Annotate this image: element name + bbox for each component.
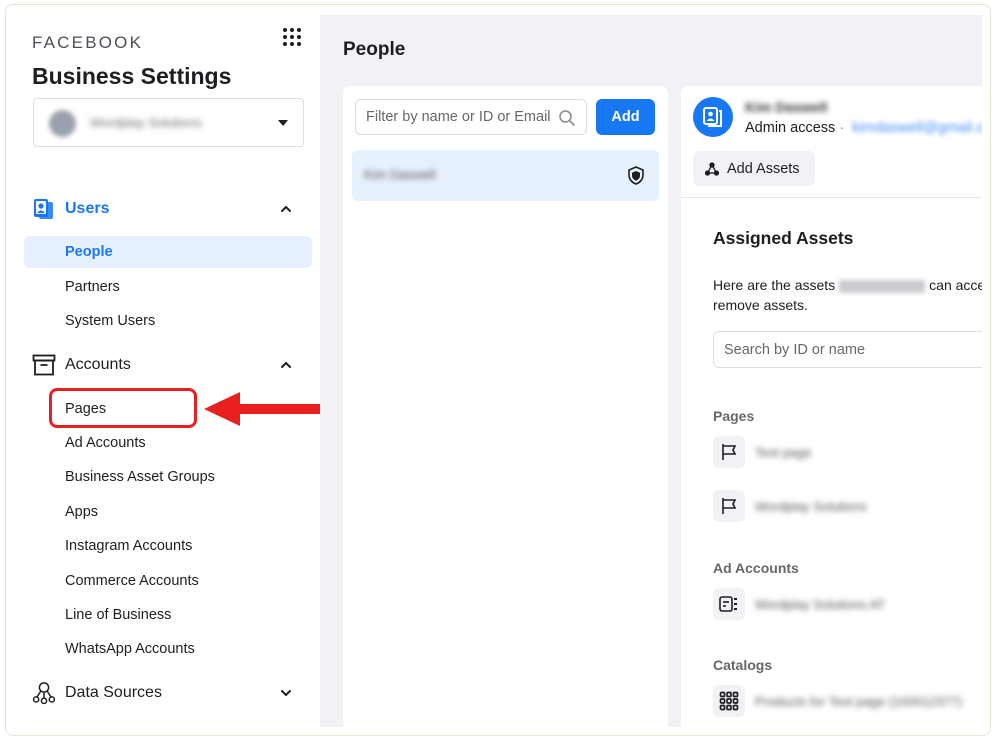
- add-person-button[interactable]: Add: [596, 99, 655, 135]
- page-title: People: [343, 39, 406, 60]
- access-level: Admin access: [745, 120, 836, 136]
- sidebar-section-accounts[interactable]: Accounts: [32, 350, 312, 380]
- person-list-item[interactable]: Kim Daswell: [352, 150, 659, 201]
- users-icon: [32, 197, 56, 221]
- asset-group-label-catalogs: Catalogs: [713, 657, 773, 673]
- catalog-grid-icon: [713, 685, 745, 717]
- chevron-up-icon[interactable]: [279, 358, 293, 372]
- sidebar-item-whatsapp-accounts[interactable]: WhatsApp Accounts: [24, 633, 312, 665]
- sidebar-item-instagram-accounts[interactable]: Instagram Accounts: [24, 530, 312, 562]
- person-name: Kim Daswell: [364, 167, 436, 182]
- sidebar-item-line-of-business[interactable]: Line of Business: [24, 599, 312, 631]
- person-detail-panel: Kim Daswell Admin access · kimdaswell@gm…: [681, 86, 982, 727]
- asset-group-label-pages: Pages: [713, 408, 755, 424]
- sidebar-item-people[interactable]: People: [24, 236, 312, 268]
- desc-user-name: [839, 279, 926, 293]
- asset-row[interactable]: Wordplay Solutions: [713, 489, 982, 523]
- business-selector[interactable]: Wordplay Solutions: [33, 98, 304, 147]
- assigned-assets-description: Here are the assets can acce remove asset…: [713, 275, 982, 315]
- admin-shield-icon: [628, 166, 644, 185]
- add-assets-label: Add Assets: [727, 160, 800, 177]
- caret-down-icon: [278, 120, 288, 126]
- business-avatar: [49, 110, 76, 137]
- sidebar-item-business-asset-groups[interactable]: Business Asset Groups: [24, 461, 312, 493]
- sidebar-section-users[interactable]: Users: [32, 194, 312, 224]
- sidebar-section-label: Accounts: [65, 356, 131, 373]
- separator: ·: [839, 120, 845, 136]
- user-email: kimdaswell@gmail.com: [852, 120, 982, 136]
- filter-input[interactable]: [366, 109, 551, 125]
- asset-name: Wordplay Solutions AT: [755, 596, 886, 612]
- asset-row[interactable]: Test page: [713, 435, 982, 469]
- sidebar-item-system-users[interactable]: System Users: [24, 305, 312, 337]
- archive-box-icon: [32, 353, 56, 377]
- user-avatar: [693, 97, 733, 137]
- data-sources-icon: [32, 681, 56, 705]
- window-frame: FACEBOOK Business Settings Wordplay Solu…: [5, 4, 991, 736]
- sidebar-section-label: Data Sources: [65, 684, 162, 701]
- flag-icon: [713, 490, 745, 522]
- people-list-panel: Add Kim Daswell: [343, 86, 668, 727]
- business-name: Wordplay Solutions: [90, 115, 202, 130]
- asset-group-label-ad-accounts: Ad Accounts: [713, 560, 799, 576]
- filter-field[interactable]: [355, 99, 587, 135]
- chevron-up-icon[interactable]: [279, 202, 293, 216]
- asset-name: Products for Test page (100012377): [755, 693, 963, 709]
- desc-suffix: can acce: [929, 277, 982, 293]
- asset-row[interactable]: Products for Test page (100012377): [713, 684, 982, 718]
- asset-name: Wordplay Solutions: [755, 498, 867, 514]
- flag-icon: [713, 436, 745, 468]
- sidebar-item-partners[interactable]: Partners: [24, 271, 312, 303]
- sidebar-section-data-sources[interactable]: Data Sources: [32, 678, 312, 708]
- sidebar-item-ad-accounts[interactable]: Ad Accounts: [24, 427, 312, 459]
- person-detail-header: Kim Daswell Admin access · kimdaswell@gm…: [681, 86, 982, 198]
- asset-name: Test page: [755, 444, 812, 460]
- access-line: Admin access · kimdaswell@gmail.com: [745, 120, 982, 136]
- app-menu-grid-icon[interactable]: [282, 27, 302, 47]
- user-name: Kim Daswell: [745, 99, 828, 115]
- brand-logo: FACEBOOK: [32, 33, 144, 52]
- main-content: People Add Kim Daswell: [320, 15, 982, 727]
- assigned-assets-title: Assigned Assets: [713, 228, 854, 248]
- chevron-down-icon[interactable]: [279, 686, 293, 700]
- sidebar: FACEBOOK Business Settings Wordplay Solu…: [6, 5, 320, 735]
- ad-account-icon: [713, 588, 745, 620]
- sidebar-section-label: Users: [65, 200, 110, 217]
- asset-row[interactable]: Wordplay Solutions AT: [713, 587, 982, 621]
- desc-prefix: Here are the assets: [713, 277, 836, 293]
- user-badge-icon: [703, 107, 722, 127]
- search-icon: [559, 110, 575, 126]
- sidebar-item-commerce-accounts[interactable]: Commerce Accounts: [24, 565, 312, 597]
- desc-line2: remove assets.: [713, 297, 808, 313]
- page-heading: Business Settings: [32, 63, 232, 89]
- sidebar-item-apps[interactable]: Apps: [24, 496, 312, 528]
- asset-nodes-icon: [705, 161, 719, 176]
- sidebar-item-pages[interactable]: Pages: [24, 393, 312, 425]
- assets-search-input[interactable]: [724, 341, 982, 358]
- assets-search-field[interactable]: [713, 331, 982, 368]
- add-assets-button[interactable]: Add Assets: [693, 151, 815, 186]
